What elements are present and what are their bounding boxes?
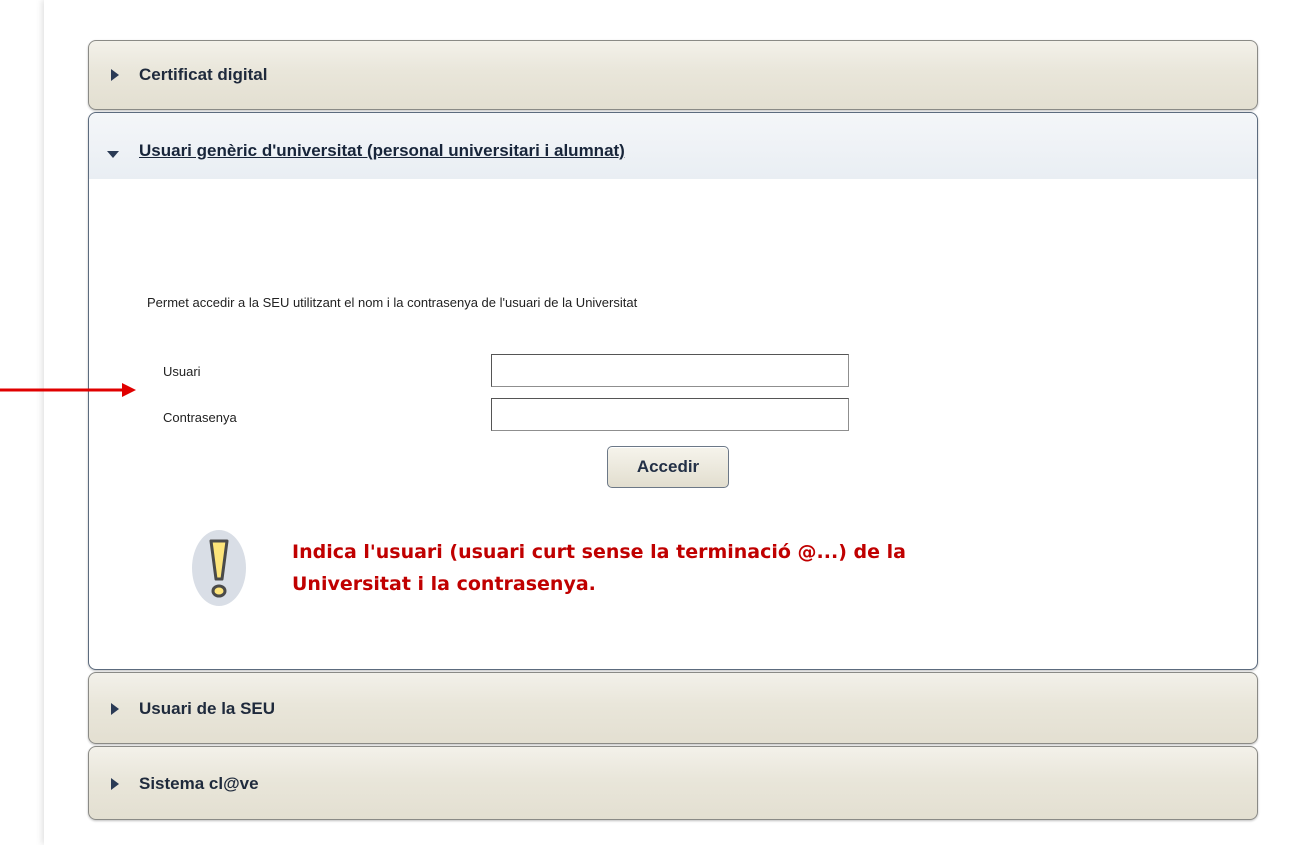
- accordion-sistema-clave[interactable]: Sistema cl@ve: [88, 746, 1258, 820]
- expand-arrow-icon: [111, 69, 119, 81]
- expand-arrow-icon: [111, 778, 119, 790]
- accordion-usuari-generic: Usuari genèric d'universitat (personal u…: [88, 112, 1258, 670]
- accordion-usuari-seu[interactable]: Usuari de la SEU: [88, 672, 1258, 744]
- instruction-note-line2: Universitat i la contrasenya.: [292, 573, 596, 595]
- accordion-certificat-digital[interactable]: Certificat digital: [88, 40, 1258, 110]
- submit-button[interactable]: Accedir: [607, 446, 729, 488]
- instruction-note-line1: Indica l'usuari (usuari curt sense la te…: [292, 541, 906, 563]
- accordion-title[interactable]: Certificat digital: [139, 65, 267, 85]
- login-description: Permet accedir a la SEU utilitzant el no…: [147, 295, 638, 310]
- instruction-note: Indica l'usuari (usuari curt sense la te…: [292, 536, 1052, 600]
- accordion-title[interactable]: Sistema cl@ve: [139, 774, 259, 794]
- user-label: Usuari: [163, 364, 201, 379]
- exclamation-icon: [192, 530, 246, 606]
- annotation-arrow-icon: [0, 383, 136, 397]
- password-label: Contrasenya: [163, 410, 237, 425]
- collapse-arrow-icon: [107, 151, 119, 158]
- accordion-title[interactable]: Usuari de la SEU: [139, 699, 275, 719]
- password-input[interactable]: [491, 398, 849, 431]
- accordion-title-link[interactable]: Usuari genèric d'universitat (personal u…: [139, 141, 625, 161]
- expand-arrow-icon: [111, 703, 119, 715]
- user-input[interactable]: [491, 354, 849, 387]
